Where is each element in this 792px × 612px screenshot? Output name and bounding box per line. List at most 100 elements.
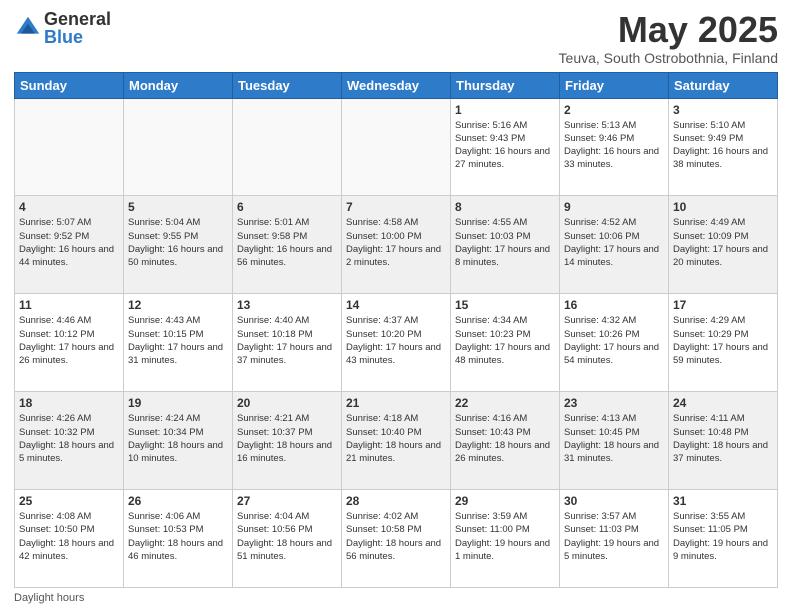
- day-number: 17: [673, 298, 773, 312]
- title-block: May 2025 Teuva, South Ostrobothnia, Finl…: [559, 10, 778, 66]
- col-monday: Monday: [124, 72, 233, 98]
- day-number: 15: [455, 298, 555, 312]
- day-info: Sunrise: 4:04 AM Sunset: 10:56 PM Daylig…: [237, 510, 337, 563]
- day-cell: 31 Sunrise: 3:55 AM Sunset: 11:05 PM Dayl…: [669, 490, 778, 588]
- day-cell: 23 Sunrise: 4:13 AM Sunset: 10:45 PM Dayl…: [560, 392, 669, 490]
- day-info: Sunrise: 3:59 AM Sunset: 11:00 PM Daylig…: [455, 510, 555, 563]
- day-info: Sunrise: 4:46 AM Sunset: 10:12 PM Daylig…: [19, 314, 119, 367]
- col-friday: Friday: [560, 72, 669, 98]
- day-cell: 6Sunrise: 5:01 AM Sunset: 9:58 PM Daylig…: [233, 196, 342, 294]
- logo-icon: [14, 14, 42, 42]
- day-cell: 18 Sunrise: 4:26 AM Sunset: 10:32 PM Dayl…: [15, 392, 124, 490]
- day-number: 7: [346, 200, 446, 214]
- day-cell: 7 Sunrise: 4:58 AM Sunset: 10:00 PM Dayli…: [342, 196, 451, 294]
- col-thursday: Thursday: [451, 72, 560, 98]
- day-info: Sunrise: 4:21 AM Sunset: 10:37 PM Daylig…: [237, 412, 337, 465]
- col-wednesday: Wednesday: [342, 72, 451, 98]
- page: General Blue May 2025 Teuva, South Ostro…: [0, 0, 792, 612]
- logo: General Blue: [14, 10, 111, 46]
- day-info: Sunrise: 4:37 AM Sunset: 10:20 PM Daylig…: [346, 314, 446, 367]
- week-row-5: 25 Sunrise: 4:08 AM Sunset: 10:50 PM Dayl…: [15, 490, 778, 588]
- day-info: Sunrise: 4:58 AM Sunset: 10:00 PM Daylig…: [346, 216, 446, 269]
- day-number: 11: [19, 298, 119, 312]
- day-number: 25: [19, 494, 119, 508]
- week-row-2: 4Sunrise: 5:07 AM Sunset: 9:52 PM Daylig…: [15, 196, 778, 294]
- day-info: Sunrise: 4:55 AM Sunset: 10:03 PM Daylig…: [455, 216, 555, 269]
- day-cell: 4Sunrise: 5:07 AM Sunset: 9:52 PM Daylig…: [15, 196, 124, 294]
- day-number: 28: [346, 494, 446, 508]
- day-info: Sunrise: 5:01 AM Sunset: 9:58 PM Dayligh…: [237, 216, 337, 269]
- day-cell: 10 Sunrise: 4:49 AM Sunset: 10:09 PM Dayl…: [669, 196, 778, 294]
- day-info: Sunrise: 4:06 AM Sunset: 10:53 PM Daylig…: [128, 510, 228, 563]
- day-info: Sunrise: 5:10 AM Sunset: 9:49 PM Dayligh…: [673, 119, 773, 172]
- day-number: 10: [673, 200, 773, 214]
- logo-blue: Blue: [44, 28, 111, 46]
- day-number: 31: [673, 494, 773, 508]
- day-info: Sunrise: 4:34 AM Sunset: 10:23 PM Daylig…: [455, 314, 555, 367]
- day-info: Sunrise: 4:16 AM Sunset: 10:43 PM Daylig…: [455, 412, 555, 465]
- day-cell: 5 Sunrise: 5:04 AM Sunset: 9:55 PM Daylig…: [124, 196, 233, 294]
- day-cell: 19Sunrise: 4:24 AM Sunset: 10:34 PM Dayl…: [124, 392, 233, 490]
- day-cell: 8 Sunrise: 4:55 AM Sunset: 10:03 PM Dayli…: [451, 196, 560, 294]
- col-sunday: Sunday: [15, 72, 124, 98]
- day-info: Sunrise: 4:26 AM Sunset: 10:32 PM Daylig…: [19, 412, 119, 465]
- day-number: 1: [455, 103, 555, 117]
- day-info: Sunrise: 4:13 AM Sunset: 10:45 PM Daylig…: [564, 412, 664, 465]
- day-number: 27: [237, 494, 337, 508]
- day-cell: 28 Sunrise: 4:02 AM Sunset: 10:58 PM Dayl…: [342, 490, 451, 588]
- day-cell: 11 Sunrise: 4:46 AM Sunset: 10:12 PM Dayl…: [15, 294, 124, 392]
- day-number: 2: [564, 103, 664, 117]
- day-info: Sunrise: 4:08 AM Sunset: 10:50 PM Daylig…: [19, 510, 119, 563]
- day-number: 8: [455, 200, 555, 214]
- day-number: 20: [237, 396, 337, 410]
- day-cell: 14 Sunrise: 4:37 AM Sunset: 10:20 PM Dayl…: [342, 294, 451, 392]
- day-cell: 9Sunrise: 4:52 AM Sunset: 10:06 PM Dayli…: [560, 196, 669, 294]
- day-info: Sunrise: 4:18 AM Sunset: 10:40 PM Daylig…: [346, 412, 446, 465]
- day-number: 16: [564, 298, 664, 312]
- day-info: Sunrise: 4:24 AM Sunset: 10:34 PM Daylig…: [128, 412, 228, 465]
- day-number: 5: [128, 200, 228, 214]
- day-cell: 22 Sunrise: 4:16 AM Sunset: 10:43 PM Dayl…: [451, 392, 560, 490]
- day-cell: 17Sunrise: 4:29 AM Sunset: 10:29 PM Dayl…: [669, 294, 778, 392]
- week-row-1: 1Sunrise: 5:16 AM Sunset: 9:43 PM Daylig…: [15, 98, 778, 196]
- day-info: Sunrise: 3:55 AM Sunset: 11:05 PM Daylig…: [673, 510, 773, 563]
- day-cell: 26 Sunrise: 4:06 AM Sunset: 10:53 PM Dayl…: [124, 490, 233, 588]
- day-number: 24: [673, 396, 773, 410]
- day-info: Sunrise: 5:04 AM Sunset: 9:55 PM Dayligh…: [128, 216, 228, 269]
- day-cell: 16 Sunrise: 4:32 AM Sunset: 10:26 PM Dayl…: [560, 294, 669, 392]
- day-info: Sunrise: 4:32 AM Sunset: 10:26 PM Daylig…: [564, 314, 664, 367]
- day-number: 30: [564, 494, 664, 508]
- day-number: 23: [564, 396, 664, 410]
- day-cell: [15, 98, 124, 196]
- day-info: Sunrise: 4:49 AM Sunset: 10:09 PM Daylig…: [673, 216, 773, 269]
- day-cell: 1Sunrise: 5:16 AM Sunset: 9:43 PM Daylig…: [451, 98, 560, 196]
- day-info: Sunrise: 5:13 AM Sunset: 9:46 PM Dayligh…: [564, 119, 664, 172]
- day-number: 4: [19, 200, 119, 214]
- col-tuesday: Tuesday: [233, 72, 342, 98]
- logo-general: General: [44, 10, 111, 28]
- day-number: 18: [19, 396, 119, 410]
- day-number: 26: [128, 494, 228, 508]
- day-info: Sunrise: 4:43 AM Sunset: 10:15 PM Daylig…: [128, 314, 228, 367]
- calendar-table: Sunday Monday Tuesday Wednesday Thursday…: [14, 72, 778, 588]
- day-cell: [233, 98, 342, 196]
- day-cell: 13Sunrise: 4:40 AM Sunset: 10:18 PM Dayl…: [233, 294, 342, 392]
- header-row: Sunday Monday Tuesday Wednesday Thursday…: [15, 72, 778, 98]
- location-title: Teuva, South Ostrobothnia, Finland: [559, 50, 778, 66]
- day-info: Sunrise: 4:40 AM Sunset: 10:18 PM Daylig…: [237, 314, 337, 367]
- logo-text: General Blue: [44, 10, 111, 46]
- day-cell: 25 Sunrise: 4:08 AM Sunset: 10:50 PM Dayl…: [15, 490, 124, 588]
- day-number: 22: [455, 396, 555, 410]
- day-number: 9: [564, 200, 664, 214]
- month-title: May 2025: [559, 10, 778, 50]
- day-cell: 2 Sunrise: 5:13 AM Sunset: 9:46 PM Daylig…: [560, 98, 669, 196]
- day-cell: 12 Sunrise: 4:43 AM Sunset: 10:15 PM Dayl…: [124, 294, 233, 392]
- day-cell: 3Sunrise: 5:10 AM Sunset: 9:49 PM Daylig…: [669, 98, 778, 196]
- day-cell: 15 Sunrise: 4:34 AM Sunset: 10:23 PM Dayl…: [451, 294, 560, 392]
- day-number: 21: [346, 396, 446, 410]
- day-cell: [124, 98, 233, 196]
- day-cell: 30Sunrise: 3:57 AM Sunset: 11:03 PM Dayl…: [560, 490, 669, 588]
- day-number: 14: [346, 298, 446, 312]
- day-number: 12: [128, 298, 228, 312]
- day-info: Sunrise: 4:02 AM Sunset: 10:58 PM Daylig…: [346, 510, 446, 563]
